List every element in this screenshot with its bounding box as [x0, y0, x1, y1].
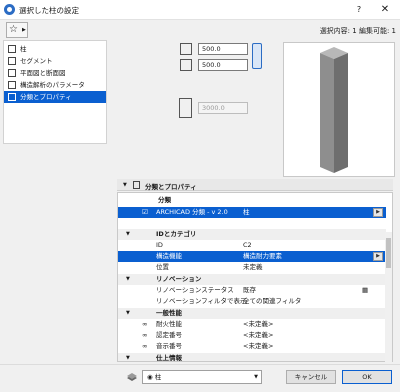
collapse-icon: ▼: [126, 310, 130, 316]
renovation-icon: ▦: [362, 286, 369, 294]
preview-right: [334, 53, 348, 173]
properties-list: 分類 ☑ ARCHICAD 分類 - v 2.0 柱 ▶ ▼ IDとカテゴリ ID…: [117, 192, 393, 362]
property-row[interactable]: 構造機能 構造耐力要素 ▶: [118, 251, 386, 262]
selection-info: 選択内容: 1 編集可能: 1: [319, 27, 396, 35]
column-preview: [283, 42, 395, 177]
depth-field[interactable]: 500.0: [198, 59, 248, 71]
height-field[interactable]: 3000.0: [198, 102, 248, 114]
link-dimensions-button[interactable]: [252, 43, 262, 69]
nav-item-segment[interactable]: セグメント: [4, 55, 106, 67]
property-row[interactable]: ∞ 認定番号 <未定義>: [118, 330, 386, 341]
width-icon: [180, 43, 192, 55]
nav-item-structural[interactable]: 構造解析のパラメータ: [4, 79, 106, 91]
collapse-icon: ▼: [126, 355, 130, 361]
link-icon: ∞: [142, 331, 148, 339]
column-icon: [8, 45, 16, 53]
scrollbar-thumb[interactable]: [386, 238, 391, 268]
renovation-group[interactable]: ▼ リノベーション: [118, 274, 386, 285]
collapse-icon[interactable]: ▼: [123, 182, 127, 188]
preview-left: [320, 53, 334, 173]
link-icon: ∞: [142, 342, 148, 350]
cancel-button[interactable]: キャンセル: [286, 370, 336, 384]
finish-group[interactable]: ▼ 仕上情報: [118, 353, 386, 361]
classification-header: 分類: [158, 196, 171, 204]
chevron-right-icon[interactable]: ▶: [373, 208, 383, 217]
checkbox-icon[interactable]: ☑: [142, 207, 148, 218]
plan-section-icon: [8, 69, 16, 77]
layer-icon: [126, 372, 138, 382]
property-row[interactable]: リノベーションフィルタで表示 全ての関連フィルタ: [118, 296, 386, 307]
width-field[interactable]: 500.0: [198, 43, 248, 55]
nav-item-plan-section[interactable]: 平面図と断面図: [4, 67, 106, 79]
nav-item-column[interactable]: 柱: [4, 43, 106, 55]
ok-button[interactable]: OK: [342, 370, 392, 384]
structural-icon: [8, 81, 16, 89]
nav-item-classification[interactable]: 分類とプロパティ: [4, 91, 106, 103]
id-category-group[interactable]: ▼ IDとカテゴリ: [118, 229, 386, 240]
collapse-icon: ▼: [126, 276, 130, 282]
depth-icon: [180, 59, 192, 71]
property-row[interactable]: ∞ 音示番号 <未定義>: [118, 341, 386, 352]
height-icon: [179, 98, 192, 118]
chevron-down-icon: ▼: [254, 374, 258, 380]
general-group[interactable]: ▼ 一般性能: [118, 308, 386, 319]
property-row[interactable]: 位置 未定義: [118, 262, 386, 273]
window-title: 選択した柱の設定: [19, 6, 79, 15]
eye-icon: ◉: [147, 373, 155, 381]
chevron-right-icon[interactable]: ▶: [22, 27, 26, 33]
section-title: 分類とプロパティ: [145, 183, 197, 191]
classification-section-header[interactable]: ▼ 分類とプロパティ: [117, 179, 393, 191]
chevron-right-icon[interactable]: ▶: [373, 252, 383, 261]
property-row[interactable]: リノベーションステータス 既存 ▦: [118, 285, 386, 296]
link-icon: ∞: [142, 320, 148, 328]
settings-nav: 柱 セグメント 平面図と断面図 構造解析のパラメータ 分類とプロパティ: [3, 40, 107, 144]
properties-icon: [133, 181, 140, 189]
classification-row[interactable]: ☑ ARCHICAD 分類 - v 2.0 柱 ▶: [118, 207, 386, 218]
property-row[interactable]: ∞ 耐火性能 <未定義>: [118, 319, 386, 330]
property-row[interactable]: ID C2: [118, 240, 386, 251]
archicad-icon: [4, 4, 15, 15]
close-button[interactable]: ✕: [378, 3, 392, 17]
star-icon: ☆: [9, 24, 18, 35]
classification-icon: [8, 93, 16, 101]
collapse-icon: ▼: [126, 231, 130, 237]
segment-icon: [8, 57, 16, 65]
help-button[interactable]: ?: [352, 3, 366, 17]
layer-select[interactable]: ◉ 柱 ▼: [142, 370, 262, 384]
